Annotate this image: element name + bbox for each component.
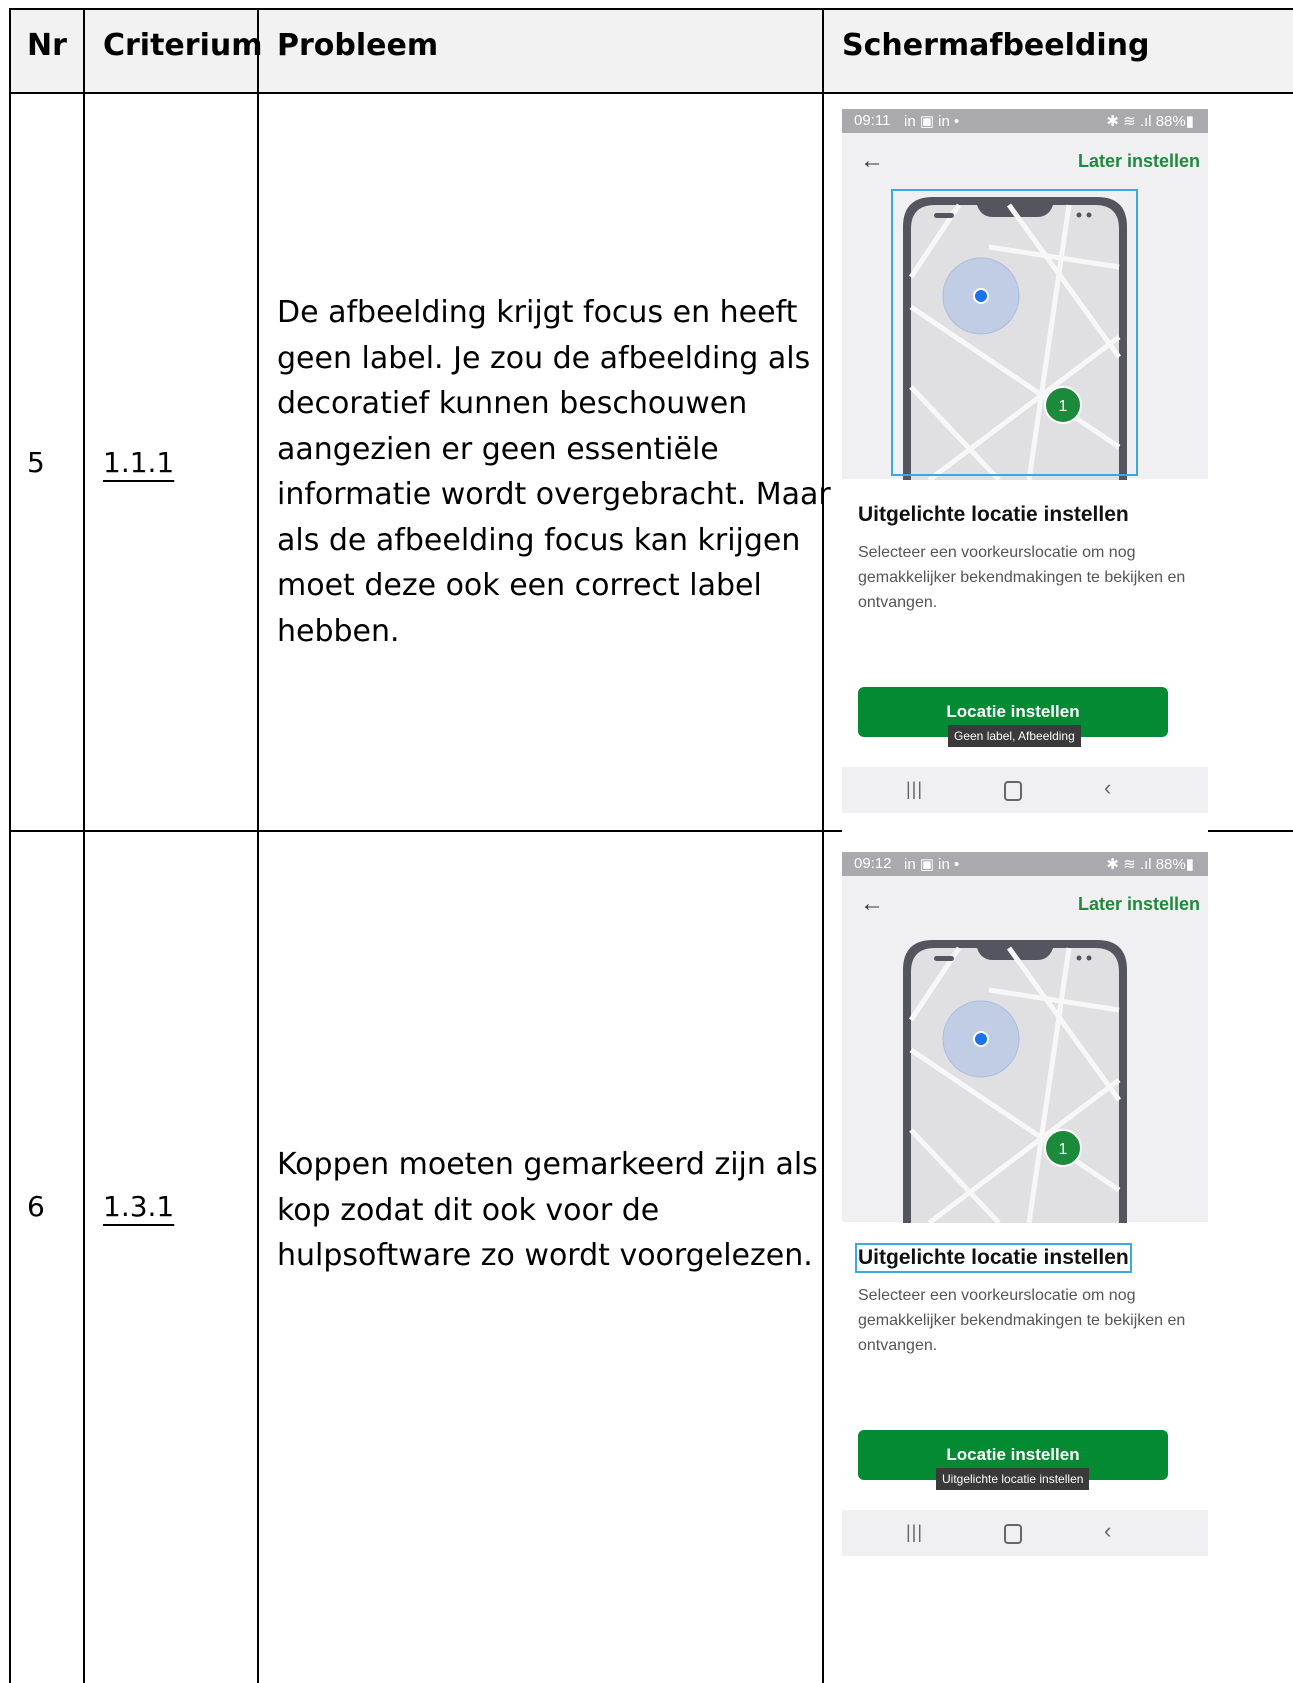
screen-description: Selecteer een voorkeurslocatie om nog ge… xyxy=(858,544,1186,611)
later-instellen-link[interactable]: Later instellen xyxy=(1078,894,1200,915)
table-border-header xyxy=(9,92,1293,94)
status-bar: 09:11 in ▣ in • ✱ ≋ .ıl 88%▮ xyxy=(842,109,1208,133)
problem-description: De afbeelding krijgt focus en heeft geen… xyxy=(277,295,831,649)
header-schermafbeelding: Schermafbeelding xyxy=(842,28,1150,63)
criterium-link[interactable]: 1.3.1 xyxy=(103,1190,174,1223)
criterium-link[interactable]: 1.1.1 xyxy=(103,446,174,479)
table-border-left xyxy=(9,8,11,1683)
screen-title: Uitgelichte locatie instellen xyxy=(858,503,1129,526)
android-nav-bar: ||| ‹ xyxy=(842,1510,1208,1556)
later-instellen-link[interactable]: Later instellen xyxy=(1078,151,1200,172)
table-border-top xyxy=(9,8,1293,10)
talkback-tooltip: Geen label, Afbeelding xyxy=(948,725,1081,747)
header-criterium: Criterium xyxy=(103,28,263,63)
status-time: 09:12 xyxy=(854,855,892,872)
nav-back-icon[interactable]: ‹ xyxy=(1104,1518,1111,1544)
status-indicators: ✱ ≋ .ıl 88%▮ xyxy=(1106,856,1194,873)
app-bar: ← Later instellen xyxy=(842,133,1208,193)
nav-back-icon[interactable]: ‹ xyxy=(1104,775,1111,801)
phone-screenshot: 09:11 in ▣ in • ✱ ≋ .ıl 88%▮ ← Later ins… xyxy=(842,109,1208,864)
status-time: 09:11 xyxy=(854,112,891,129)
header-probleem: Probleem xyxy=(277,28,439,63)
talkback-tooltip: Uitgelichte locatie instellen xyxy=(936,1468,1090,1490)
notification-icons: in ▣ in • xyxy=(904,113,960,130)
phone-map-illustration: 1 xyxy=(903,940,1127,1223)
table-col-divider xyxy=(257,8,259,1683)
app-bar: ← Later instellen xyxy=(842,876,1208,936)
status-indicators: ✱ ≋ .ıl 88%▮ xyxy=(1106,113,1194,130)
recent-apps-icon[interactable]: ||| xyxy=(906,1522,923,1543)
header-nr: Nr xyxy=(27,28,67,63)
status-bar: 09:12 in ▣ in • ✱ ≋ .ıl 88%▮ xyxy=(842,852,1208,876)
back-arrow-icon[interactable]: ← xyxy=(860,890,884,918)
back-arrow-icon[interactable]: ← xyxy=(860,147,884,175)
row-number: 5 xyxy=(27,446,45,479)
screen-description: Selecteer een voorkeurslocatie om nog ge… xyxy=(858,1287,1186,1354)
home-icon[interactable] xyxy=(1004,1524,1022,1544)
screen-title: Uitgelichte locatie instellen xyxy=(855,1243,1132,1273)
talkback-focus-box xyxy=(891,189,1138,476)
home-icon[interactable] xyxy=(1004,781,1022,801)
notification-icons: in ▣ in • xyxy=(904,856,960,873)
problem-description: Koppen moeten gemarkeerd zijn als kop zo… xyxy=(277,1147,818,1273)
row-number: 6 xyxy=(27,1190,45,1223)
recent-apps-icon[interactable]: ||| xyxy=(906,779,923,800)
table-col-divider xyxy=(83,8,85,1683)
phone-screenshot: 09:12 in ▣ in • ✱ ≋ .ıl 88%▮ ← Later ins… xyxy=(842,852,1208,1683)
table-col-divider xyxy=(822,8,824,1683)
map-marker-number: 1 xyxy=(1059,1141,1068,1158)
android-nav-bar: ||| ‹ xyxy=(842,767,1208,813)
